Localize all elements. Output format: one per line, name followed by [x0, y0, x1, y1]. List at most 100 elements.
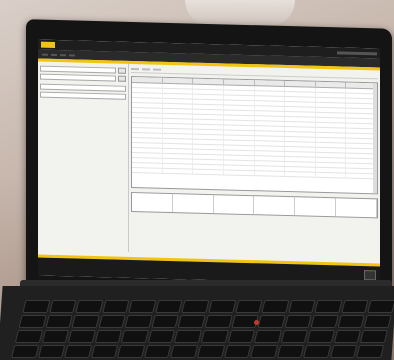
- keyboard-key: [151, 315, 180, 328]
- keyboard-key: [170, 345, 199, 358]
- menu-item-1[interactable]: [42, 53, 48, 56]
- keyboard-key: [276, 345, 305, 358]
- dropdown-button[interactable]: [118, 67, 126, 74]
- keyboard-key: [174, 330, 202, 343]
- table-cell: [254, 126, 286, 131]
- table-cell: [254, 161, 286, 166]
- summary-cell: [132, 192, 173, 213]
- table-cell: [223, 105, 255, 111]
- grid-value: [62, 106, 82, 107]
- dropdown-button[interactable]: [118, 75, 126, 82]
- keyboard: [11, 300, 394, 360]
- table-cell: [193, 129, 224, 135]
- table-cell: [223, 110, 255, 116]
- keyboard-key: [18, 315, 47, 328]
- tab-1[interactable]: [131, 67, 139, 71]
- keyboard-key: [356, 345, 385, 358]
- table-cell: [223, 155, 255, 161]
- keyboard-key: [143, 345, 172, 358]
- table-cell: [223, 95, 255, 101]
- keyboard-key: [90, 345, 119, 358]
- laptop-screen: [38, 39, 380, 285]
- tab-3[interactable]: [153, 68, 161, 71]
- table-cell: [193, 154, 224, 160]
- table-cell: [132, 97, 163, 103]
- table-cell: [132, 127, 163, 133]
- column-header[interactable]: [254, 80, 286, 86]
- menu-item-4[interactable]: [69, 53, 75, 56]
- column-header[interactable]: [315, 81, 347, 88]
- keyboard-key: [48, 300, 77, 313]
- table-cell: [254, 91, 286, 96]
- status-button[interactable]: [364, 270, 376, 281]
- input-field[interactable]: [40, 73, 116, 82]
- table-cell: [162, 93, 194, 99]
- table-cell: [132, 117, 163, 123]
- menu-item-2[interactable]: [51, 53, 57, 56]
- background-cup: [185, 0, 295, 26]
- menu-item-3[interactable]: [60, 53, 66, 56]
- table-cell: [162, 113, 194, 119]
- table-cell: [315, 137, 347, 143]
- table-cell: [315, 152, 347, 158]
- keyboard-key: [341, 300, 369, 313]
- table-cell: [223, 120, 255, 126]
- input-field[interactable]: [40, 65, 116, 74]
- column-header[interactable]: [223, 79, 255, 86]
- keyboard-key: [253, 330, 282, 343]
- table-cell: [132, 87, 163, 93]
- input-field[interactable]: [40, 91, 126, 100]
- table-cell: [254, 101, 286, 106]
- column-header[interactable]: [285, 80, 316, 87]
- table-cell: [223, 85, 255, 91]
- table-cell: [193, 84, 224, 90]
- table-cell: [162, 103, 194, 109]
- column-header[interactable]: [193, 78, 224, 85]
- table-cell: [254, 111, 286, 116]
- tab-2[interactable]: [142, 68, 150, 71]
- table-cell: [223, 170, 255, 176]
- table-cell: [162, 98, 194, 104]
- table-cell: [315, 97, 347, 103]
- keyboard-key: [121, 330, 149, 343]
- title-bar-controls[interactable]: [337, 50, 377, 55]
- keyboard-key: [329, 345, 358, 358]
- keyboard-key: [250, 345, 278, 358]
- left-section-3: [40, 102, 126, 108]
- table-cell: [193, 94, 224, 100]
- keyboard-key: [310, 315, 339, 328]
- data-table: [131, 75, 378, 195]
- table-cell: [315, 122, 347, 128]
- table-cell: [223, 125, 255, 131]
- table-cell: [193, 169, 224, 175]
- table-cell: [132, 102, 163, 108]
- keyboard-key: [287, 300, 316, 313]
- table-cell: [193, 89, 224, 95]
- table-cell: [162, 158, 194, 164]
- table-cell: [162, 138, 194, 144]
- table-cell: [285, 121, 316, 127]
- keyboard-key: [367, 300, 394, 313]
- table-cell: [193, 164, 224, 170]
- table-cell: [315, 162, 347, 168]
- table-cell: [193, 149, 224, 155]
- table-cell: [162, 108, 194, 114]
- vertical-scrollbar[interactable]: [373, 83, 377, 194]
- input-field[interactable]: [40, 83, 126, 92]
- table-cell: [315, 112, 347, 118]
- main-content: [129, 64, 380, 259]
- keyboard-key: [22, 300, 51, 313]
- column-header[interactable]: [162, 77, 194, 84]
- column-header[interactable]: [132, 76, 163, 83]
- keyboard-key: [204, 315, 233, 328]
- keyboard-key: [208, 300, 237, 313]
- table-cell: [193, 109, 224, 115]
- table-cell: [315, 157, 347, 163]
- table-cell: [315, 147, 347, 153]
- table-cell: [285, 161, 316, 167]
- table-cell: [254, 106, 286, 111]
- keyboard-key: [128, 300, 157, 313]
- keyboard-key: [147, 330, 176, 343]
- table-cell: [315, 142, 347, 148]
- table-cell: [254, 141, 286, 146]
